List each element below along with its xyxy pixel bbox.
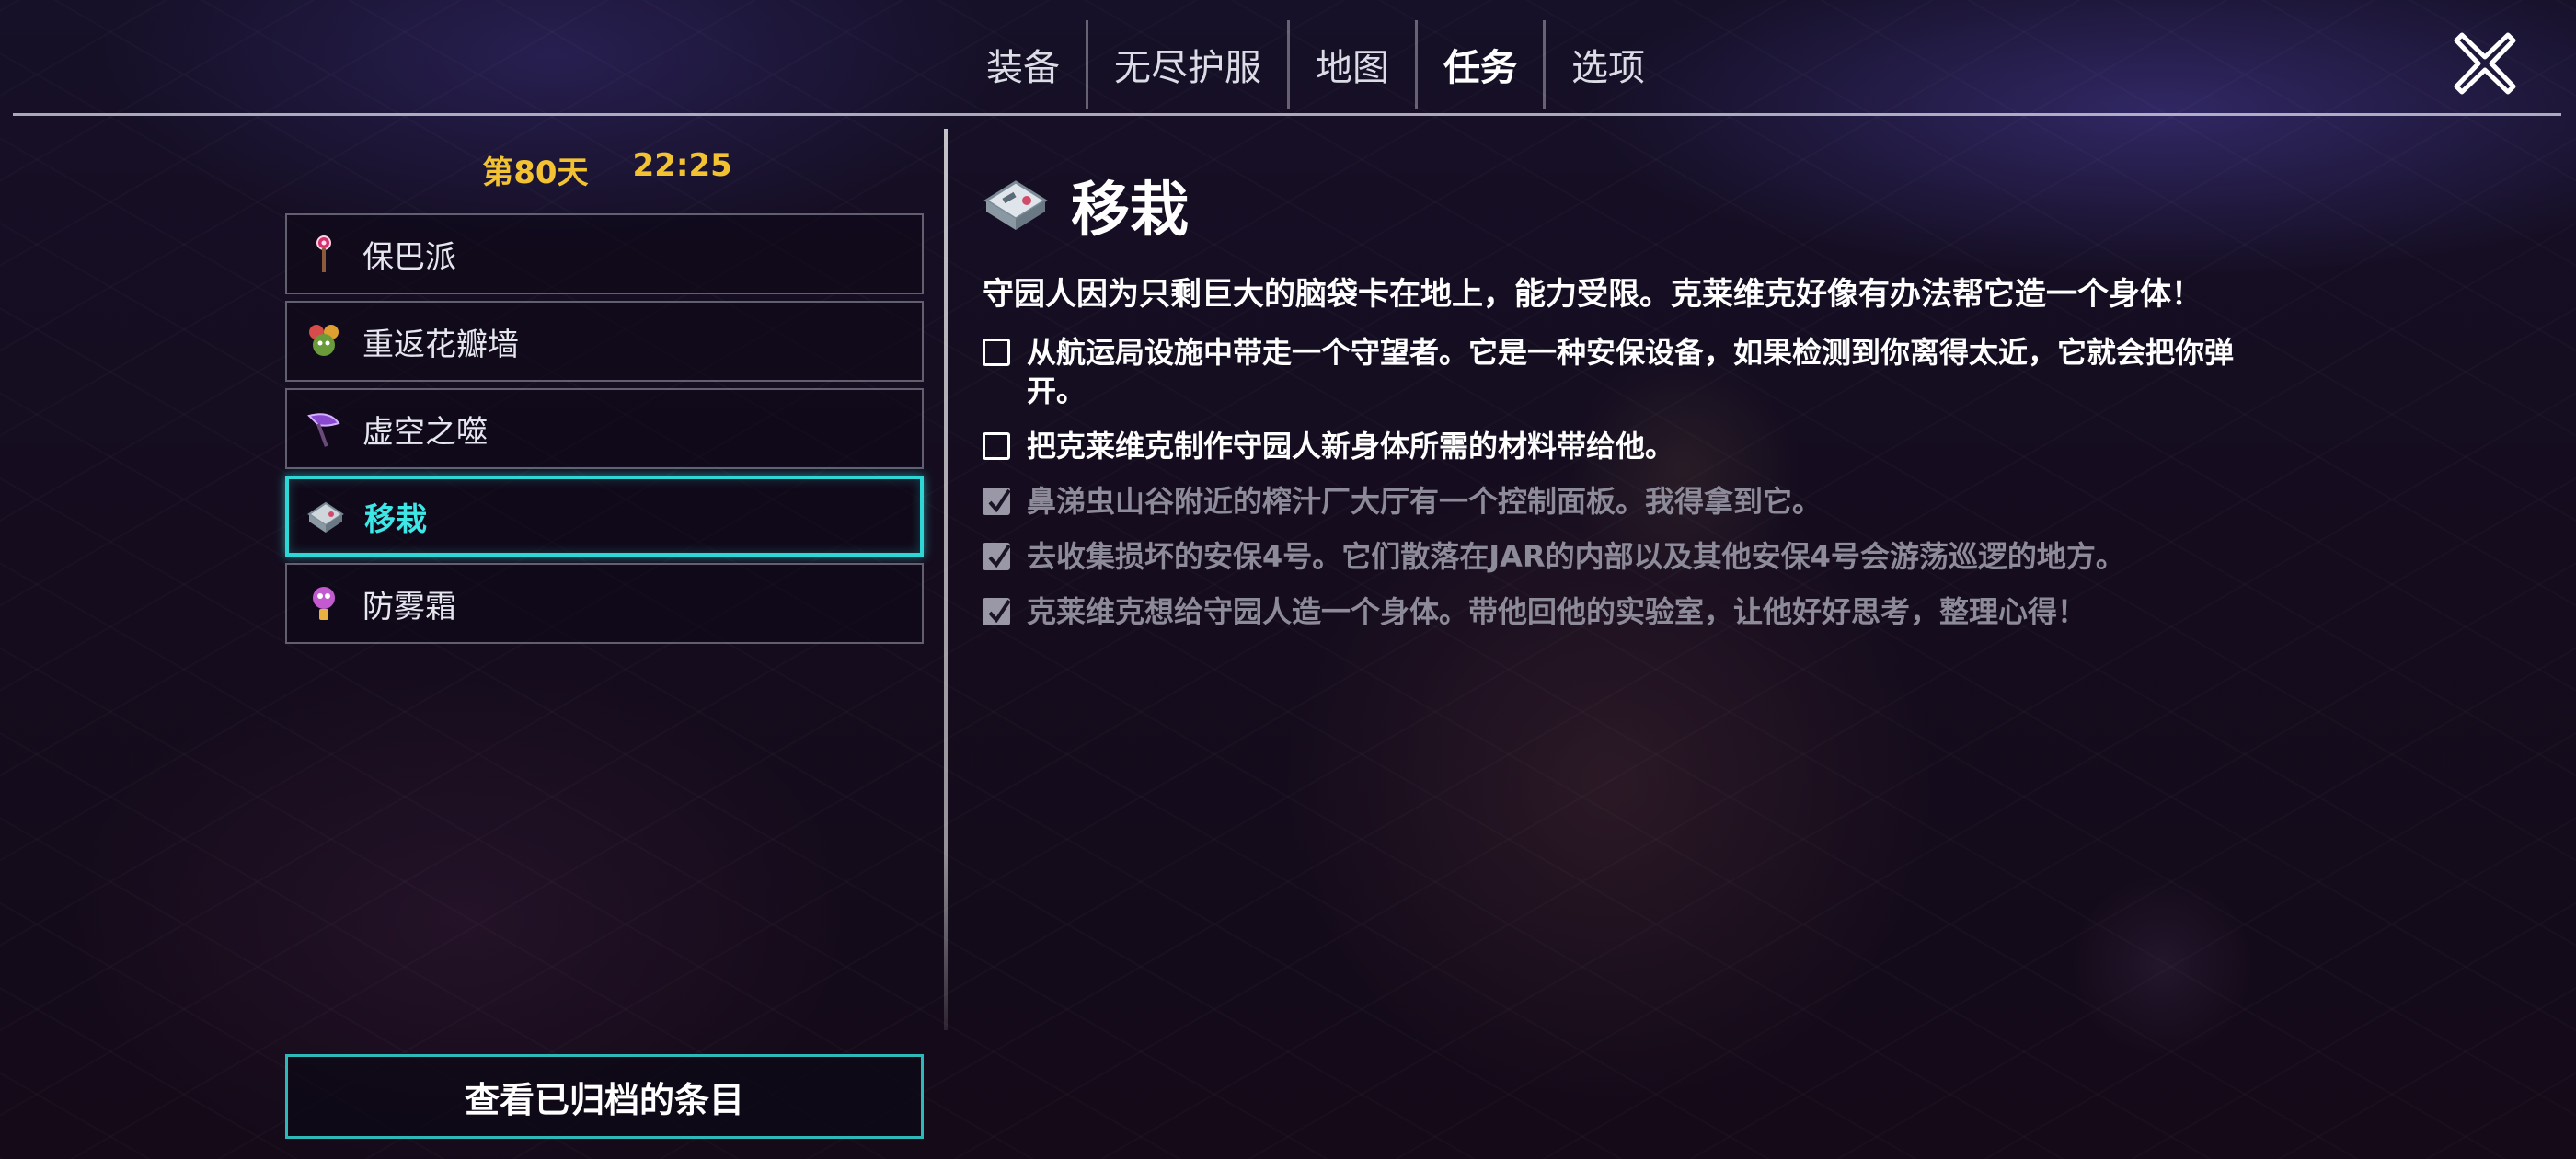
- day-counter: 第80天: [482, 155, 589, 191]
- flower-creature-icon: [309, 325, 339, 356]
- quest-list: 保巴派 重返花瓣墙 虚空之噬 移栽 防雾霜: [285, 213, 924, 650]
- objective-item-completed: 鼻涕虫山谷附近的榨汁厂大厅有一个控制面板。我得拿到它。: [983, 482, 2289, 521]
- objective-text: 去收集损坏的安保4号。它们散落在JAR的内部以及其他安保4号会游荡巡逻的地方。: [1027, 539, 2125, 574]
- tab-bar: 装备 无尽护服 地图 任务 选项: [960, 20, 1671, 109]
- close-icon: [2454, 32, 2516, 95]
- staff-icon: [316, 235, 331, 272]
- quest-label: 保巴派: [362, 238, 456, 276]
- quest-item-petal-wall[interactable]: 重返花瓣墙: [285, 301, 924, 382]
- objective-text: 把克莱维克制作守园人新身体所需的材料带给他。: [1027, 429, 1675, 464]
- objective-item: 把克莱维克制作守园人新身体所需的材料带给他。: [983, 427, 2289, 465]
- objective-text: 克莱维克想给守园人造一个身体。带他回他的实验室，让他好好思考，整理心得！: [1027, 594, 2087, 629]
- tab-equipment[interactable]: 装备: [960, 20, 1086, 109]
- device-icon: [307, 501, 344, 533]
- objective-item-completed: 去收集损坏的安保4号。它们散落在JAR的内部以及其他安保4号会游荡巡逻的地方。: [983, 537, 2289, 576]
- objective-item: 从航运局设施中带走一个守望者。它是一种安保设备，如果检测到你离得太近，它就会把你…: [983, 333, 2289, 410]
- checkbox: [983, 339, 1010, 366]
- objective-item-completed: 克莱维克想给守园人造一个身体。带他回他的实验室，让他好好思考，整理心得！: [983, 592, 2289, 631]
- checkbox: [983, 432, 1010, 460]
- quest-label: 防雾霜: [362, 588, 456, 625]
- bulb-creature-icon: [313, 587, 335, 620]
- day-time-display: 第80天 22:25: [285, 147, 929, 193]
- quest-item-void-bite[interactable]: 虚空之噬: [285, 388, 924, 469]
- objective-text: 鼻涕虫山谷附近的榨汁厂大厅有一个控制面板。我得拿到它。: [1027, 484, 1823, 519]
- panel-divider: [944, 129, 948, 1030]
- checkmark-icon: [988, 488, 1011, 513]
- quest-item-anti-frost[interactable]: 防雾霜: [285, 563, 924, 644]
- checkmark-icon: [988, 599, 1011, 624]
- close-button[interactable]: [2453, 31, 2517, 96]
- clock-time: 22:25: [632, 147, 732, 184]
- quest-item-transplant[interactable]: 移栽: [285, 476, 924, 557]
- checkmark-icon: [988, 544, 1011, 568]
- tab-quests[interactable]: 任务: [1418, 20, 1543, 109]
- objective-text: 从航运局设施中带走一个守望者。它是一种安保设备，如果检测到你离得太近，它就会把你…: [1027, 335, 2235, 408]
- objective-list: 从航运局设施中带走一个守望者。它是一种安保设备，如果检测到你离得太近，它就会把你…: [983, 333, 2289, 648]
- top-nav-bar: 装备 无尽护服 地图 任务 选项: [13, 0, 2561, 116]
- quest-item-baobapai[interactable]: 保巴派: [285, 213, 924, 294]
- tab-map[interactable]: 地图: [1290, 20, 1415, 109]
- quest-label: 重返花瓣墙: [362, 326, 519, 363]
- void-axe-icon: [307, 413, 340, 447]
- checkbox-checked: [983, 598, 1011, 625]
- tab-suit[interactable]: 无尽护服: [1088, 20, 1287, 109]
- quest-label: 移栽: [364, 500, 427, 538]
- tab-options[interactable]: 选项: [1546, 20, 1671, 109]
- device-icon: [983, 180, 1048, 230]
- quest-detail-header: 移栽: [981, 164, 1189, 247]
- quest-title: 移栽: [1071, 177, 1189, 245]
- quest-description: 守园人因为只剩巨大的脑袋卡在地上，能力受限。克莱维克好像有办法帮它造一个身体！: [983, 276, 2202, 313]
- quest-label: 虚空之噬: [362, 413, 488, 451]
- view-archived-button[interactable]: 查看已归档的条目: [285, 1054, 924, 1139]
- checkbox-checked: [983, 488, 1011, 515]
- background-glow: [2070, 874, 2254, 1058]
- checkbox-checked: [983, 543, 1011, 570]
